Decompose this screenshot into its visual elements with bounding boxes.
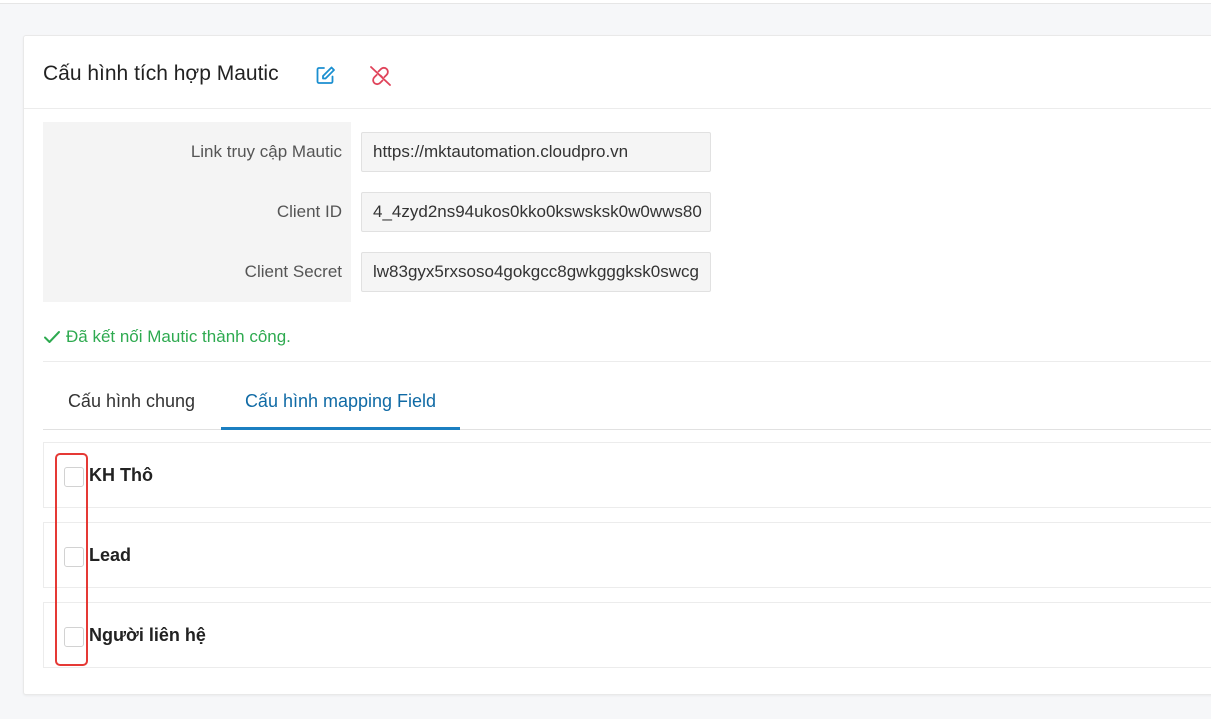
client-secret-field[interactable]: lw83gyx5rxsoso4gokgcc8gwkgggksk0swcg <box>361 252 711 292</box>
lead-checkbox[interactable] <box>64 547 84 567</box>
mautic-config-card: Cấu hình tích hợp Mautic Link truy cập M… <box>23 35 1211 695</box>
panel-kh-tho[interactable]: KH Thô <box>43 442 1211 508</box>
client-id-field[interactable]: 4_4zyd2ns94ukos0kko0kswsksk0w0wws80 <box>361 192 711 232</box>
tab-mapping-field[interactable]: Cấu hình mapping Field <box>221 376 460 430</box>
link-label: Link truy cập Mautic <box>190 142 342 161</box>
connection-status: Đã kết nối Mautic thành công. <box>43 327 291 347</box>
unlink-icon[interactable] <box>368 64 394 88</box>
panel-nguoi-lien-he[interactable]: Người liên hệ <box>43 602 1211 668</box>
kh-tho-checkbox[interactable] <box>64 467 84 487</box>
panel-label: Lead <box>89 545 132 565</box>
card-header: Cấu hình tích hợp Mautic <box>24 36 1211 109</box>
divider <box>43 361 1211 362</box>
edit-icon[interactable] <box>315 64 337 86</box>
panel-lead[interactable]: Lead <box>43 522 1211 588</box>
tab-general-config[interactable]: Cấu hình chung <box>43 376 220 430</box>
link-field[interactable]: https://mktautomation.cloudpro.vn <box>361 132 711 172</box>
top-bar <box>0 0 1211 4</box>
page-title: Cấu hình tích hợp Mautic <box>43 62 279 85</box>
panel-label: KH Thô <box>89 465 153 485</box>
panel-label: Người liên hệ <box>89 625 206 645</box>
nguoi-lien-he-checkbox[interactable] <box>64 627 84 647</box>
tab-bar: Cấu hình chung Cấu hình mapping Field <box>43 376 1211 430</box>
client-secret-label: Client Secret <box>244 262 342 281</box>
client-id-label: Client ID <box>276 202 342 221</box>
status-text: Đã kết nối Mautic thành công. <box>66 327 291 346</box>
check-icon <box>43 329 61 345</box>
form-label-column: Link truy cập Mautic Client ID Client Se… <box>43 122 351 302</box>
